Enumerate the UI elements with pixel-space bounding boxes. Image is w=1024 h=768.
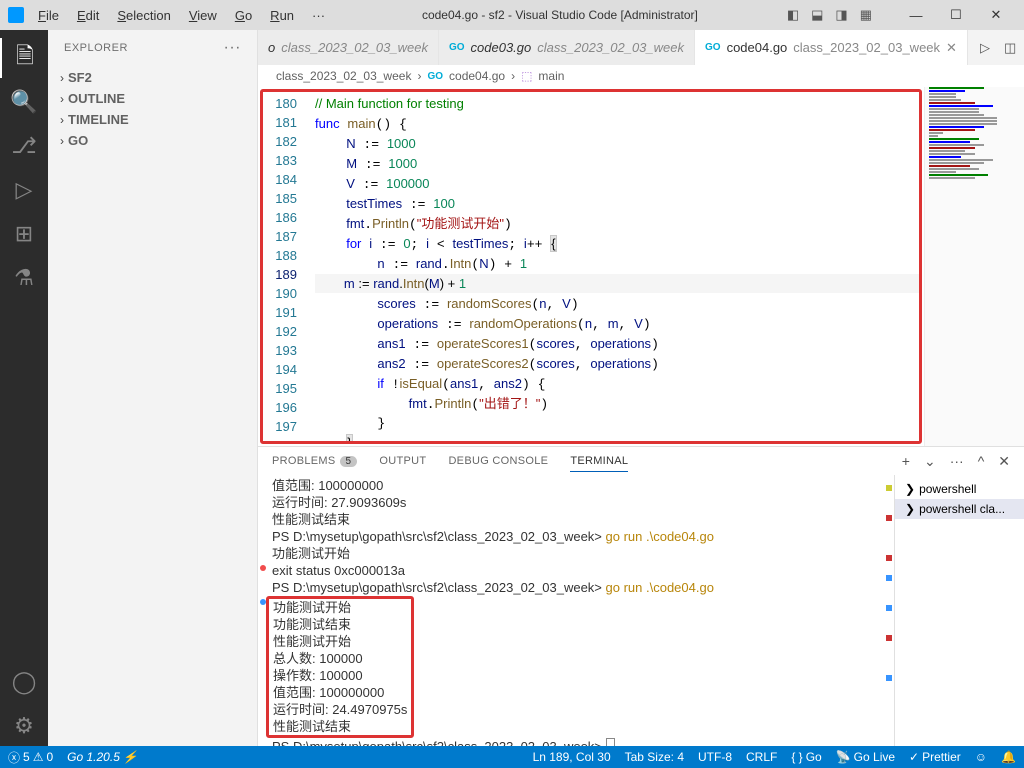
go-file-icon: GO <box>427 71 443 82</box>
status-eol[interactable]: CRLF <box>746 750 777 764</box>
panel-tab-terminal[interactable]: TERMINAL <box>570 451 628 472</box>
breadcrumb[interactable]: class_2023_02_03_week› GOcode04.go› ⬚mai… <box>258 65 1024 87</box>
split-editor-icon[interactable]: ◫ <box>1004 40 1016 56</box>
chevron-right-icon: › <box>60 92 64 106</box>
activity-debug-icon[interactable]: ▷ <box>0 170 48 210</box>
menu-edit[interactable]: Edit <box>69 6 107 25</box>
sidebar-item-go[interactable]: ›GO <box>48 130 257 151</box>
menu-run[interactable]: Run <box>262 6 302 25</box>
new-terminal-icon[interactable]: + <box>902 453 910 470</box>
activity-account-icon[interactable]: ◯ <box>0 662 48 702</box>
menu-file[interactable]: File <box>30 6 67 25</box>
chevron-right-icon: › <box>60 113 64 127</box>
maximize-panel-icon[interactable]: ^ <box>978 453 985 470</box>
activity-settings-icon[interactable]: ⚙ <box>0 706 48 746</box>
minimap[interactable] <box>924 87 1024 446</box>
layout-toggle-panel-icon[interactable]: ⬓ <box>811 7 823 23</box>
sidebar-header: EXPLORER ··· <box>48 30 257 65</box>
activity-explorer-icon[interactable]: 🗎 <box>0 38 48 78</box>
activity-source-control-icon[interactable]: ⎇ <box>0 126 48 166</box>
panel-tab-problems[interactable]: PROBLEMS5 <box>272 451 357 471</box>
terminal-output[interactable]: 值范围: 100000000 运行时间: 27.9093609s 性能测试结束 … <box>258 475 884 746</box>
status-prettier[interactable]: ✓ Prettier <box>909 750 961 764</box>
status-go-version[interactable]: Go 1.20.5 ⚡ <box>67 750 138 764</box>
tab-code03[interactable]: GOcode03.go class_2023_02_03_week <box>439 30 695 65</box>
error-dot-icon <box>260 565 266 571</box>
chevron-right-icon: › <box>60 134 64 148</box>
menu-view[interactable]: View <box>181 6 225 25</box>
status-encoding[interactable]: UTF-8 <box>698 750 732 764</box>
menu-go[interactable]: Go <box>227 6 260 25</box>
info-dot-icon <box>260 599 266 605</box>
status-feedback-icon[interactable]: ☺ <box>975 750 987 764</box>
line-gutter: 1801811821831841851861871881891901911921… <box>263 92 315 441</box>
tab-code04[interactable]: GOcode04.go class_2023_02_03_week ✕ <box>695 30 968 65</box>
go-file-icon: GO <box>705 42 721 53</box>
panel-tab-debug[interactable]: DEBUG CONSOLE <box>448 451 548 471</box>
status-bar: ⓧ 5 ⚠ 0 Go 1.20.5 ⚡ Ln 189, Col 30 Tab S… <box>0 746 1024 768</box>
chevron-right-icon: › <box>60 71 64 85</box>
terminal-dropdown-icon[interactable]: ⌄ <box>924 453 936 470</box>
terminal-scroll-marks <box>884 475 894 746</box>
problems-badge: 5 <box>340 456 358 467</box>
layout-toggle-primary-icon[interactable]: ◧ <box>787 7 799 23</box>
layout-toggle-secondary-icon[interactable]: ◨ <box>835 7 847 23</box>
terminal-highlight-box: 功能测试开始 功能测试结束 性能测试开始 总人数: 100000 操作数: 10… <box>266 596 414 738</box>
activity-search-icon[interactable]: 🔍 <box>0 82 48 122</box>
activity-testing-icon[interactable]: ⚗ <box>0 258 48 298</box>
tab-code-prev[interactable]: o class_2023_02_03_week <box>258 30 439 65</box>
status-lang[interactable]: { } Go <box>791 750 821 764</box>
terminal-item-powershell[interactable]: ❯powershell <box>895 479 1024 499</box>
status-golive[interactable]: 📡 Go Live <box>836 750 895 764</box>
menu-overflow[interactable]: ··· <box>304 6 333 25</box>
close-icon[interactable]: ✕ <box>946 40 957 56</box>
terminal-icon: ❯ <box>905 502 915 516</box>
activity-extensions-icon[interactable]: ⊞ <box>0 214 48 254</box>
layout-customize-icon[interactable]: ▦ <box>860 7 872 23</box>
panel-tabs: PROBLEMS5 OUTPUT DEBUG CONSOLE TERMINAL … <box>258 447 1024 475</box>
window-close[interactable]: ✕ <box>976 0 1016 30</box>
panel: PROBLEMS5 OUTPUT DEBUG CONSOLE TERMINAL … <box>258 446 1024 746</box>
panel-tab-output[interactable]: OUTPUT <box>379 451 426 471</box>
activity-bar: 🗎 🔍 ⎇ ▷ ⊞ ⚗ ◯ ⚙ <box>0 30 48 746</box>
sidebar-title: EXPLORER <box>64 42 128 54</box>
terminal-cursor <box>606 738 616 746</box>
editor-tabs: o class_2023_02_03_week GOcode03.go clas… <box>258 30 1024 65</box>
bolt-icon: ⚡ <box>123 750 138 764</box>
terminal-icon: ❯ <box>905 482 915 496</box>
code-content[interactable]: // Main function for testing func main()… <box>315 92 919 441</box>
terminal-list: ❯powershell ❯powershell cla... <box>894 475 1024 746</box>
sidebar-item-sf2[interactable]: ›SF2 <box>48 67 257 88</box>
titlebar-right: ◧ ⬓ ◨ ▦ — ☐ ✕ <box>787 0 1016 30</box>
window-title: code04.go - sf2 - Visual Studio Code [Ad… <box>339 8 781 22</box>
sidebar-item-outline[interactable]: ›OUTLINE <box>48 88 257 109</box>
titlebar: File Edit Selection View Go Run ··· code… <box>0 0 1024 30</box>
menu-selection[interactable]: Selection <box>109 6 178 25</box>
status-cursor[interactable]: Ln 189, Col 30 <box>533 750 611 764</box>
status-tab-size[interactable]: Tab Size: 4 <box>625 750 684 764</box>
status-notifications-icon[interactable]: 🔔 <box>1001 750 1016 764</box>
vscode-logo-icon <box>8 7 24 23</box>
code-editor[interactable]: 1801811821831841851861871881891901911921… <box>260 89 922 444</box>
sidebar-more-icon[interactable]: ··· <box>224 39 241 57</box>
go-file-icon: GO <box>449 42 465 53</box>
panel-more-icon[interactable]: ··· <box>950 453 964 470</box>
menu-bar: File Edit Selection View Go Run ··· <box>30 6 333 25</box>
status-errors[interactable]: ⓧ 5 ⚠ 0 <box>8 749 53 766</box>
window-maximize[interactable]: ☐ <box>936 0 976 30</box>
sidebar: EXPLORER ··· ›SF2 ›OUTLINE ›TIMELINE ›GO <box>48 30 258 746</box>
run-icon[interactable]: ▷ <box>980 40 990 56</box>
close-panel-icon[interactable]: ✕ <box>998 453 1010 470</box>
window-minimize[interactable]: — <box>896 0 936 30</box>
terminal-item-powershell-class[interactable]: ❯powershell cla... <box>895 499 1024 519</box>
sidebar-item-timeline[interactable]: ›TIMELINE <box>48 109 257 130</box>
symbol-icon: ⬚ <box>521 69 532 83</box>
editor-area: o class_2023_02_03_week GOcode03.go clas… <box>258 30 1024 746</box>
